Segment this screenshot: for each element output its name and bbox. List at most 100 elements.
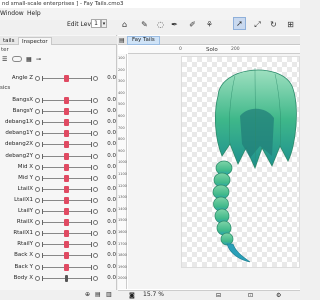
keyform-dot[interactable] xyxy=(35,242,40,248)
zoom-level[interactable]: 15.7 % xyxy=(143,290,164,300)
keyform-dot[interactable] xyxy=(93,142,98,148)
keyform-dot[interactable] xyxy=(93,209,98,214)
settings-icon[interactable]: ⚙ xyxy=(276,292,281,299)
bone-icon[interactable]: ⚘ xyxy=(203,18,216,31)
keyform-dot[interactable] xyxy=(93,264,98,270)
param-value[interactable]: 0.0 xyxy=(100,217,116,228)
fit-icon[interactable]: ⊡ xyxy=(248,292,253,299)
keyform-dot[interactable] xyxy=(93,197,98,203)
keyform-dot[interactable] xyxy=(93,175,98,181)
home-icon[interactable]: ⌂ xyxy=(118,18,131,31)
param-value[interactable]: 0.0 xyxy=(100,106,116,117)
keyform-dot[interactable] xyxy=(93,253,98,259)
camera-icon[interactable]: ◙ xyxy=(129,292,135,299)
menu-window[interactable]: Window xyxy=(0,10,24,17)
group-header[interactable]: sics xyxy=(0,84,117,92)
keyform-dot[interactable] xyxy=(35,231,40,237)
param-slider-knob[interactable] xyxy=(64,196,69,204)
param-slider-knob[interactable] xyxy=(64,208,69,215)
link-icon[interactable]: ⊸ xyxy=(36,56,41,63)
keyform-dot[interactable] xyxy=(35,220,40,226)
param-value[interactable]: 0.0 xyxy=(100,73,116,84)
param-slider-knob[interactable] xyxy=(64,97,69,104)
keyform-dot[interactable] xyxy=(93,164,98,170)
param-value[interactable]: 0.0 xyxy=(100,117,116,128)
param-value[interactable]: 0.0 xyxy=(100,250,116,261)
keyform-dot[interactable] xyxy=(35,131,40,137)
param-slider-knob[interactable] xyxy=(64,130,69,138)
pen-icon[interactable]: ✒ xyxy=(168,18,181,31)
keyform-dot[interactable] xyxy=(35,142,40,148)
select-icon[interactable]: ➚ xyxy=(233,17,246,30)
chevron-down-icon[interactable]: ▾ xyxy=(101,19,107,28)
param-value[interactable]: 0.0 xyxy=(100,273,116,284)
deform-icon[interactable]: ⊞ xyxy=(284,18,297,31)
param-value[interactable]: 0.0 xyxy=(100,228,116,239)
keyform-dot[interactable] xyxy=(35,98,40,103)
param-slider-knob[interactable] xyxy=(64,75,69,82)
keyform-dot[interactable] xyxy=(93,76,98,81)
param-value[interactable]: 0.0 xyxy=(100,139,116,150)
param-value[interactable]: 0.0 xyxy=(100,151,116,162)
param-slider-knob[interactable] xyxy=(64,230,69,238)
hair-artwork[interactable] xyxy=(200,56,300,268)
tab-tails[interactable]: tails xyxy=(0,37,17,45)
keyform-dot[interactable] xyxy=(93,98,98,103)
keyform-dot[interactable] xyxy=(93,220,98,226)
param-value[interactable]: 0.0 xyxy=(100,206,116,217)
keyform-dot[interactable] xyxy=(35,275,40,281)
param-slider-knob[interactable] xyxy=(64,263,69,271)
transform-icon[interactable]: ⤢ xyxy=(251,18,264,31)
keyform-dot[interactable] xyxy=(35,153,40,159)
brush-icon[interactable]: ✐ xyxy=(186,18,199,31)
keyform-dot[interactable] xyxy=(35,120,40,126)
keyform-dot[interactable] xyxy=(93,153,98,159)
param-value[interactable]: 0.0 xyxy=(100,195,116,206)
solo-label[interactable]: Solo xyxy=(206,47,218,53)
menu-help[interactable]: Help xyxy=(27,10,41,17)
param-value[interactable]: 0.0 xyxy=(100,239,116,250)
keyform-dot[interactable] xyxy=(35,76,40,81)
keyform-dot[interactable] xyxy=(35,253,40,259)
param-slider-knob[interactable] xyxy=(64,241,69,249)
param-slider-knob[interactable] xyxy=(64,252,69,260)
edit-level-input[interactable]: 1 xyxy=(91,19,101,28)
keyform-dot[interactable] xyxy=(35,109,40,115)
list-icon[interactable]: ☰ xyxy=(2,56,7,63)
zoom-slider-icon[interactable]: ⊟ xyxy=(216,292,221,299)
param-slider-knob[interactable] xyxy=(64,152,69,160)
param-value[interactable]: 0.0 xyxy=(100,262,116,273)
param-value[interactable]: 0.0 xyxy=(100,173,116,184)
grid-icon[interactable]: ▦ xyxy=(26,56,32,63)
lasso-icon[interactable]: ◌ xyxy=(154,18,167,31)
keyform-dot[interactable] xyxy=(35,164,40,170)
param-slider-knob[interactable] xyxy=(64,185,69,193)
folder-icon[interactable]: ▤ xyxy=(119,37,125,44)
param-slider-knob[interactable] xyxy=(64,108,69,116)
tab-inspector[interactable]: Inspector xyxy=(18,37,52,45)
keyform-dot[interactable] xyxy=(93,109,98,115)
keyform-dot[interactable] xyxy=(35,175,40,181)
param-value[interactable]: 0.0 xyxy=(100,95,116,106)
keyform-dot[interactable] xyxy=(35,264,40,270)
keyform-dot[interactable] xyxy=(35,209,40,214)
trash-icon[interactable]: ▥ xyxy=(106,291,112,298)
tab-fay-tails[interactable]: Fay Tails xyxy=(127,36,160,45)
param-slider-knob[interactable] xyxy=(65,274,68,282)
keyform-dot[interactable] xyxy=(93,231,98,237)
keyform-dot[interactable] xyxy=(93,242,98,248)
add-icon[interactable]: ⊕ xyxy=(85,291,90,298)
param-value[interactable]: 0.0 xyxy=(100,184,116,195)
keyform-dot[interactable] xyxy=(93,186,98,192)
folder-icon[interactable]: ▤ xyxy=(95,291,101,298)
param-value[interactable]: 0.0 xyxy=(100,162,116,173)
toggle-switch[interactable] xyxy=(12,56,22,62)
keyform-dot[interactable] xyxy=(35,186,40,192)
rotate-icon[interactable]: ↻ xyxy=(267,18,280,31)
param-slider-knob[interactable] xyxy=(64,141,69,149)
keyform-dot[interactable] xyxy=(93,131,98,137)
param-slider-knob[interactable] xyxy=(64,119,69,127)
keyform-dot[interactable] xyxy=(93,120,98,126)
param-value[interactable]: 0.0 xyxy=(100,128,116,139)
param-slider-knob[interactable] xyxy=(64,174,69,182)
